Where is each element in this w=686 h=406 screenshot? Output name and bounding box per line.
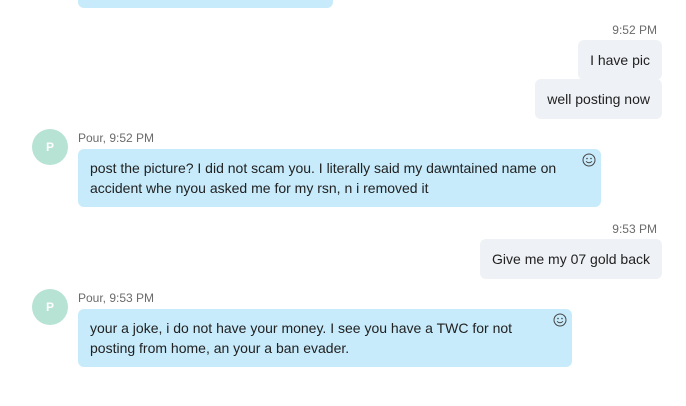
chat-conversation: 9:52 PM I have pic well posting now P Po… — [0, 0, 686, 406]
avatar[interactable]: P — [32, 289, 68, 325]
message-timestamp: 9:52 PM — [612, 23, 657, 37]
message-timestamp: 9:53 PM — [612, 222, 657, 236]
sender-name-time: Pour, 9:53 PM — [78, 291, 155, 305]
smiley-icon[interactable] — [552, 312, 568, 328]
incoming-message-bubble[interactable]: your a joke, i do not have your money. I… — [78, 309, 572, 367]
avatar[interactable]: P — [32, 129, 68, 165]
message-text: Give me my 07 gold back — [492, 251, 650, 267]
incoming-message-bubble[interactable]: post the picture? I did not scam you. I … — [78, 149, 601, 207]
message-text: post the picture? I did not scam you. I … — [90, 160, 557, 196]
smiley-icon[interactable] — [581, 152, 597, 168]
message-text: your a joke, i do not have your money. I… — [90, 320, 513, 356]
message-text: well posting now — [547, 91, 650, 107]
message-text: I have pic — [590, 52, 650, 68]
outgoing-message-bubble[interactable]: Give me my 07 gold back — [480, 239, 662, 279]
outgoing-message-bubble[interactable]: well posting now — [535, 79, 662, 119]
previous-message-bubble[interactable] — [78, 0, 333, 8]
outgoing-message-bubble[interactable]: I have pic — [578, 40, 662, 80]
sender-name-time: Pour, 9:52 PM — [78, 131, 155, 145]
